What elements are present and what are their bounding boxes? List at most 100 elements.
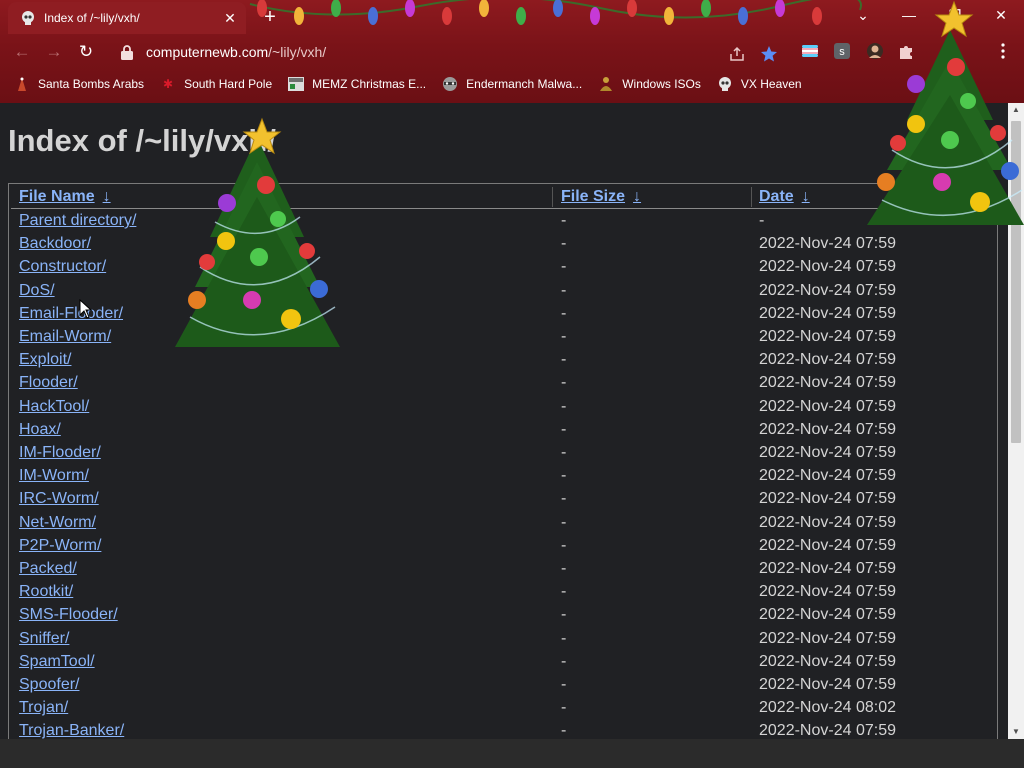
url-text: computernewb.com/~lily/vxh/ [146,44,326,60]
light-bulb [331,0,341,17]
file-link[interactable]: Email-Worm/ [19,328,111,346]
light-bulb [516,7,526,25]
file-date: 2022-Nov-24 07:59 [759,420,896,438]
file-date: 2022-Nov-24 07:59 [759,536,896,554]
table-header: File Name ↓ File Size ↓ Date ↓ [11,185,997,209]
light-bulb [368,7,378,25]
light-bulb [479,0,489,17]
bookmark-star-icon[interactable] [760,45,778,63]
file-size: - [561,235,567,253]
bookmark-memz-christmas[interactable]: MEMZ Christmas E... [288,76,426,92]
file-link[interactable]: Trojan-Banker/ [19,722,124,739]
file-link[interactable]: Rootkit/ [19,583,73,601]
file-link[interactable]: Exploit/ [19,351,71,369]
table-row: P2P-Worm/ - 2022-Nov-24 07:59 [19,537,999,560]
avatar-extension-icon[interactable] [866,42,884,60]
bookmark-santa-bombs-arabs[interactable]: Santa Bombs Arabs [14,76,144,92]
file-size: - [561,536,567,554]
file-date: 2022-Nov-24 07:59 [759,258,896,276]
file-link[interactable]: Flooder/ [19,374,78,392]
bookmark-vx-heaven[interactable]: VX Heaven [717,76,802,92]
file-date: - [759,212,765,229]
file-link[interactable]: IRC-Worm/ [19,490,99,508]
vertical-scrollbar[interactable]: ▲ ▼ [1008,103,1024,739]
file-size: - [561,699,567,717]
file-link[interactable]: SMS-Flooder/ [19,606,118,624]
reload-button[interactable]: ↻ [70,36,102,68]
light-bulb [442,7,452,25]
column-date[interactable]: Date ↓ [759,188,810,206]
file-size: - [561,328,567,345]
light-bulb [627,0,637,17]
file-link[interactable]: Trojan/ [19,699,68,717]
new-tab-button[interactable]: + [258,6,282,30]
light-bulb [738,7,748,25]
column-file-name[interactable]: File Name ↓ [19,188,111,206]
table-row: IM-Worm/ - 2022-Nov-24 07:59 [19,467,999,490]
forward-button[interactable]: → [38,36,70,68]
file-date: 2022-Nov-24 07:59 [759,281,896,299]
page-title: Index of /~lily/vxh/ [8,123,276,158]
file-link[interactable]: P2P-Worm/ [19,537,101,555]
file-size: - [561,606,567,624]
close-window-button[interactable]: ✕ [978,0,1024,30]
file-link[interactable]: Constructor/ [19,258,106,276]
file-link[interactable]: SpamTool/ [19,653,95,671]
file-link[interactable]: Spoofer/ [19,676,79,694]
file-link[interactable]: Hoax/ [19,421,61,439]
file-size: - [561,490,567,508]
share-icon[interactable] [728,45,746,63]
table-row: Hoax/ - 2022-Nov-24 07:59 [19,421,999,444]
browser-tab-active[interactable]: Index of /~lily/vxh/ ✕ [8,2,246,34]
address-bar[interactable]: computernewb.com/~lily/vxh/ [110,36,792,68]
table-row: Packed/ - 2022-Nov-24 07:59 [19,560,999,583]
puzzle-extensions-icon[interactable] [897,42,915,60]
file-link[interactable]: Net-Worm/ [19,514,96,532]
s-extension-icon[interactable]: s [833,42,851,60]
skull-favicon-icon [22,11,34,25]
file-link[interactable]: Backdoor/ [19,235,91,253]
file-link[interactable]: Email-Flooder/ [19,305,123,323]
light-bulb [553,0,563,17]
file-size: - [561,281,567,299]
file-date: 2022-Nov-24 07:59 [759,490,896,508]
flag-extension-icon[interactable] [801,42,819,60]
back-button[interactable]: ← [6,36,38,68]
bookmark-endermanch-malware[interactable]: Endermanch Malwa... [442,76,582,92]
file-size: - [561,560,567,577]
file-link[interactable]: IM-Flooder/ [19,444,101,462]
file-link[interactable]: HackTool/ [19,398,89,416]
file-date: 2022-Nov-24 07:59 [759,513,896,531]
table-row: Rootkit/ - 2022-Nov-24 07:59 [19,583,999,606]
scroll-up-arrow-icon[interactable]: ▲ [1008,103,1024,117]
table-row: Flooder/ - 2022-Nov-24 07:59 [19,374,999,397]
minimize-button[interactable]: — [886,0,932,30]
tab-search-dropdown-icon[interactable]: ⌄ [840,0,886,30]
restore-button[interactable]: ❐ [932,0,978,30]
file-date: 2022-Nov-24 07:59 [759,560,896,577]
kebab-menu-icon[interactable] [994,42,1012,60]
bookmark-windows-isos[interactable]: Windows ISOs [598,76,701,92]
svg-text:s: s [839,46,845,58]
table-row: Backdoor/ - 2022-Nov-24 07:59 [19,235,999,258]
file-link[interactable]: Parent directory/ [19,212,136,230]
column-file-size[interactable]: File Size ↓ [561,188,641,206]
tab-close-icon[interactable]: ✕ [222,10,238,27]
file-link[interactable]: IM-Worm/ [19,467,89,485]
bookmark-label: Santa Bombs Arabs [38,77,145,91]
file-link[interactable]: Sniffer/ [19,630,69,648]
file-link[interactable]: DoS/ [19,282,55,300]
scroll-down-arrow-icon[interactable]: ▼ [1008,725,1024,739]
table-row: IM-Flooder/ - 2022-Nov-24 07:59 [19,444,999,467]
scrollbar-thumb[interactable] [1011,121,1021,443]
file-date: 2022-Nov-24 07:59 [759,583,896,601]
table-row: Trojan-Banker/ - 2022-Nov-24 07:59 [19,722,999,739]
file-link[interactable]: Packed/ [19,560,77,578]
browser-chrome: Index of /~lily/vxh/ ✕ + ⌄ — ❐ ✕ ← → ↻ c… [0,0,1024,103]
file-date: 2022-Nov-24 08:02 [759,699,896,717]
file-size: - [561,722,567,739]
bookmark-south-hard-pole[interactable]: ✱ South Hard Pole [160,76,272,92]
table-row: DoS/ - 2022-Nov-24 07:59 [19,282,999,305]
table-row: Exploit/ - 2022-Nov-24 07:59 [19,351,999,374]
table-row: Email-Worm/ - 2022-Nov-24 07:59 [19,328,999,351]
